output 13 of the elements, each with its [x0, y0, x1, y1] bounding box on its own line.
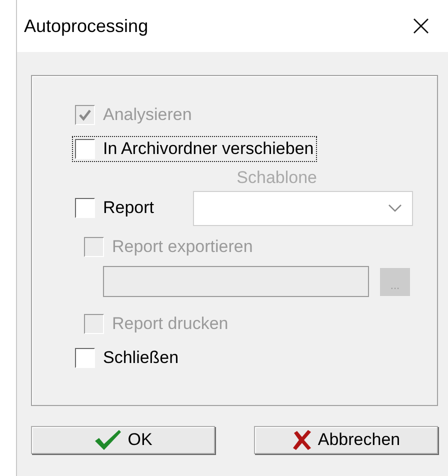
- cancel-button[interactable]: Abbrechen: [254, 426, 438, 454]
- chevron-down-icon: [388, 204, 402, 212]
- template-dropdown[interactable]: [193, 190, 413, 226]
- template-label: Schablone: [236, 168, 317, 189]
- window-title: Autoprocessing: [24, 16, 148, 36]
- checkmark-icon: [94, 429, 122, 451]
- ok-button[interactable]: OK: [31, 426, 215, 454]
- checkbox[interactable]: Report: [72, 195, 158, 221]
- checkbox[interactable]: In Archivordner verschieben: [72, 136, 317, 162]
- checkmark-icon: [78, 108, 92, 122]
- close-icon[interactable]: [412, 17, 430, 35]
- checkbox[interactable]: Schließen: [72, 345, 182, 371]
- cross-icon: [292, 430, 312, 450]
